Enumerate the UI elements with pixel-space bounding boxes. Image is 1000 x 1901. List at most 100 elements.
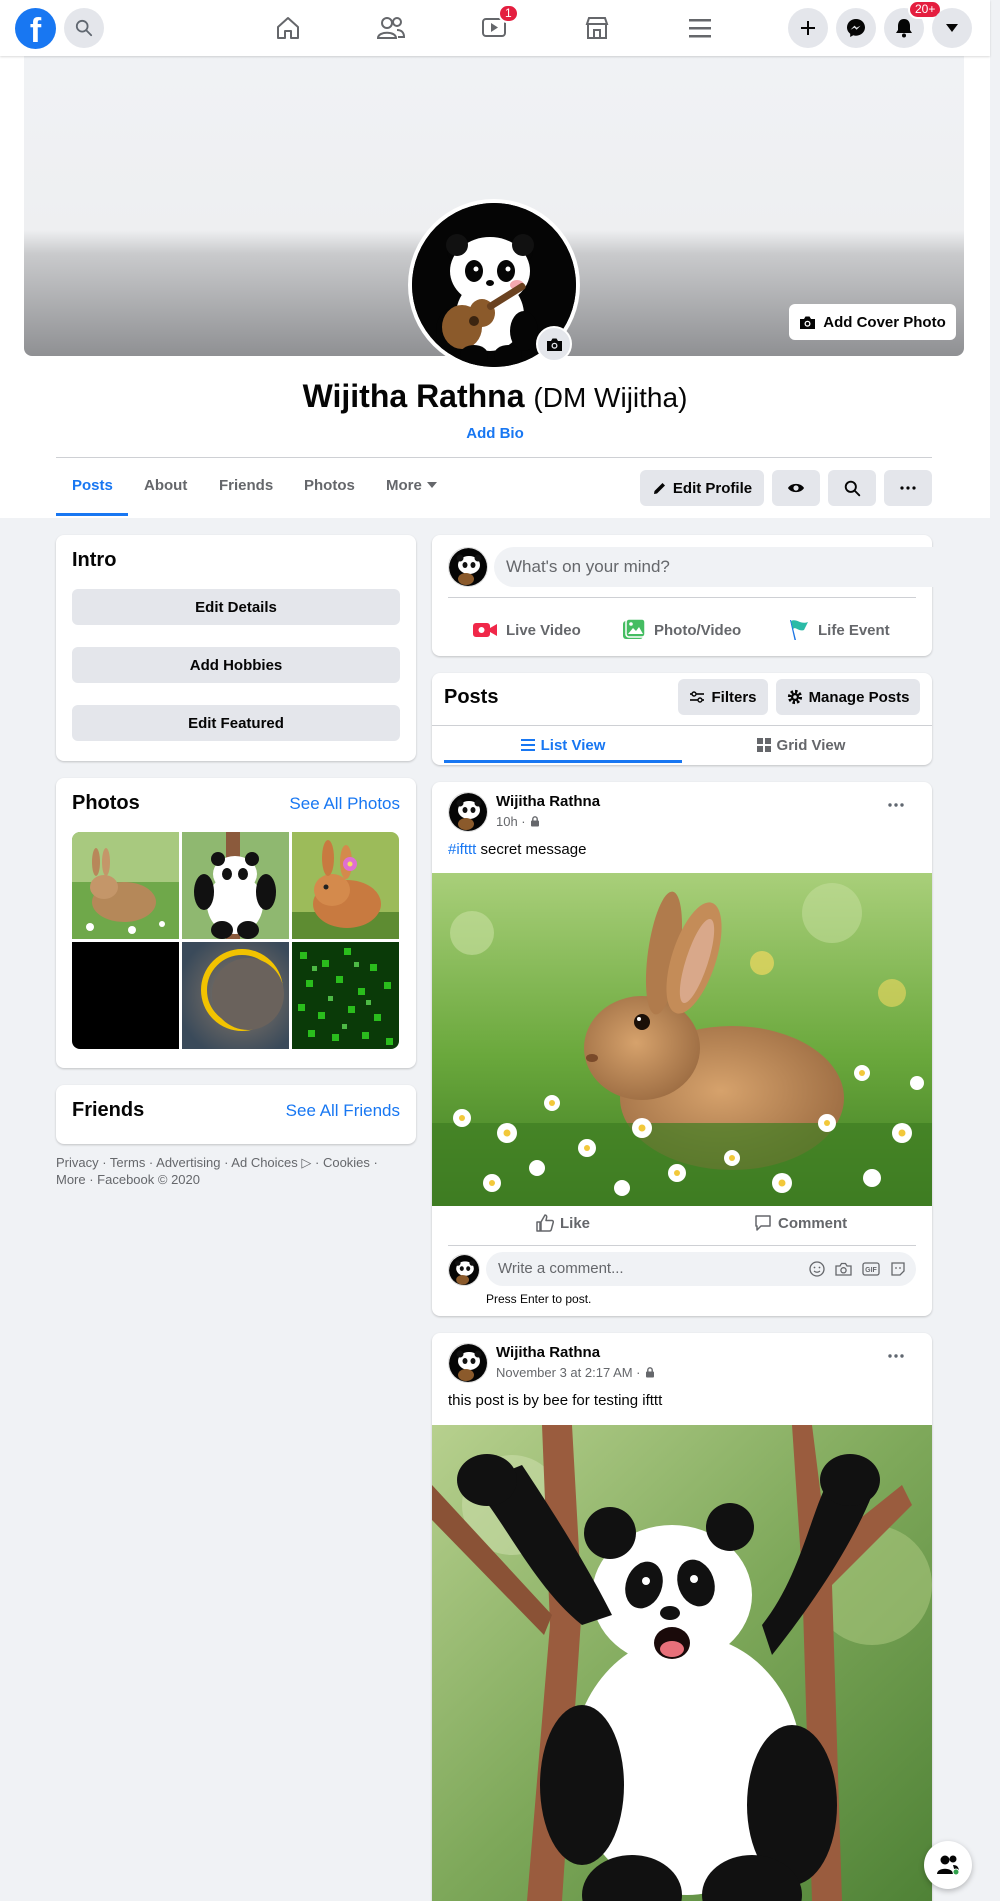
update-profile-picture-button[interactable] [536,326,572,362]
post-options-button[interactable] [888,1341,904,1364]
post-author-avatar[interactable] [448,792,488,832]
post-author-avatar[interactable] [448,1343,488,1383]
see-all-photos-link[interactable]: See All Photos [289,794,400,814]
composer-avatar [448,547,488,587]
add-bio-link[interactable]: Add Bio [0,425,990,442]
whats-on-your-mind-input[interactable]: What's on your mind? [494,547,978,587]
photo-thumbnail-bunny-flower[interactable] [292,832,399,939]
edit-profile-label: Edit Profile [672,479,753,497]
more-dots-icon [888,1354,904,1358]
camera-icon [800,316,816,329]
nav-home[interactable] [243,8,333,48]
pencil-icon [653,482,665,494]
photo-video-button[interactable]: Photo/Video [622,615,741,645]
footer-line-2[interactable]: More · Facebook © 2020 [56,1171,396,1188]
more-options-button[interactable] [884,470,932,506]
post-hashtag[interactable]: #ifttt [448,841,476,858]
more-dots-icon [900,486,916,490]
press-enter-hint: Press Enter to post. [486,1292,592,1306]
profile-alternate-name: (DM Wijitha) [533,382,688,413]
post-meta: November 3 at 2:17 AM · [496,1365,655,1380]
write-comment-placeholder: Write a comment... [498,1260,624,1277]
search-icon [75,19,93,37]
photo-thumbnail-bunny[interactable] [72,832,179,939]
filters-button[interactable]: Filters [678,679,768,715]
profile-name: Wijitha Rathna [302,378,525,414]
live-video-button[interactable]: Live Video [472,615,581,645]
list-view-label: List View [540,736,606,754]
life-event-button[interactable]: Life Event [788,615,890,645]
tab-more[interactable]: More [386,477,437,494]
header-divider [56,457,932,458]
photo-thumbnail-dark-moon[interactable] [72,942,179,1049]
top-navigation-bar: f 1 20+ [0,0,990,56]
tab-more-label: More [386,477,422,494]
camera-icon[interactable] [835,1261,852,1277]
photo-thumbnail-green-matrix[interactable] [292,942,399,1049]
sticker-icon[interactable] [890,1261,906,1277]
list-view-tab[interactable]: List View [444,726,682,764]
live-video-icon [473,623,497,637]
photo-thumbnail-eclipse[interactable] [182,942,289,1049]
photo-video-icon [623,618,646,639]
messenger-button[interactable] [836,8,876,48]
view-as-button[interactable] [772,470,820,506]
comment-tools: GIF [809,1261,906,1277]
search-icon [844,480,860,496]
post-card: Wijitha Rathna November 3 at 2:17 AM · t… [432,1333,932,1901]
post-timestamp[interactable]: November 3 at 2:17 AM · [496,1365,641,1380]
profile-search-button[interactable] [828,470,876,506]
edit-details-button[interactable]: Edit Details [72,589,400,625]
photo-thumbnail-panda[interactable] [182,832,289,939]
profile-name-heading: Wijitha Rathna (DM Wijitha) [0,378,990,415]
post-timestamp[interactable]: 10h · [496,814,526,829]
tab-about[interactable]: About [144,477,187,494]
nav-menu[interactable] [655,8,745,48]
lock-icon [645,1367,654,1378]
emoji-icon[interactable] [809,1261,825,1277]
facebook-logo[interactable]: f [15,8,56,49]
tab-friends[interactable]: Friends [219,477,273,494]
search-button[interactable] [64,8,104,48]
post-options-button[interactable] [888,790,904,813]
caret-down-icon [946,24,958,32]
photos-card: Photos See All Photos [56,778,416,1068]
footer-line-1[interactable]: Privacy · Terms · Advertising · Ad Choic… [56,1154,396,1171]
grid-view-tab[interactable]: Grid View [682,726,920,764]
friends-card: Friends See All Friends [56,1085,416,1144]
nav-watch[interactable]: 1 [449,4,539,48]
nav-friends[interactable] [346,8,436,48]
post-image-bunny[interactable] [432,873,932,1206]
post-meta: 10h · [496,814,540,829]
create-button[interactable] [788,8,828,48]
write-comment-input[interactable]: Write a comment... GIF [486,1252,916,1286]
account-menu-button[interactable] [932,8,972,48]
tab-posts[interactable]: Posts [72,477,113,494]
add-hobbies-button[interactable]: Add Hobbies [72,647,400,683]
edit-featured-button[interactable]: Edit Featured [72,705,400,741]
add-cover-photo-button[interactable]: Add Cover Photo [789,304,956,340]
grid-icon [756,738,771,752]
post-card: Wijitha Rathna 10h · #ifttt secret messa… [432,782,932,1316]
post-author-name[interactable]: Wijitha Rathna [496,793,600,810]
photos-title: Photos [72,792,140,814]
tab-photos[interactable]: Photos [304,477,355,494]
post-author-name[interactable]: Wijitha Rathna [496,1344,600,1361]
edit-profile-button[interactable]: Edit Profile [640,470,764,506]
post-text: this post is by bee for testing ifttt [448,1392,663,1409]
contacts-floating-button[interactable] [924,1841,972,1889]
notifications-button[interactable]: 20+ [884,0,943,48]
comment-section: Write a comment... GIF Press Enter to po… [432,1202,932,1316]
filters-label: Filters [711,688,757,706]
gif-icon[interactable]: GIF [862,1261,880,1277]
manage-posts-button[interactable]: Manage Posts [776,679,920,715]
hamburger-menu-icon [689,19,711,38]
posts-header-card: Posts Filters Manage Posts List View Gri… [432,673,932,765]
nav-marketplace[interactable] [552,8,642,48]
post-image-panda[interactable] [432,1425,932,1901]
posts-section-title: Posts [444,686,499,708]
gear-icon [787,689,802,705]
list-view-indicator [444,760,682,763]
post-text: #ifttt secret message [448,841,586,858]
see-all-friends-link[interactable]: See All Friends [286,1101,400,1121]
